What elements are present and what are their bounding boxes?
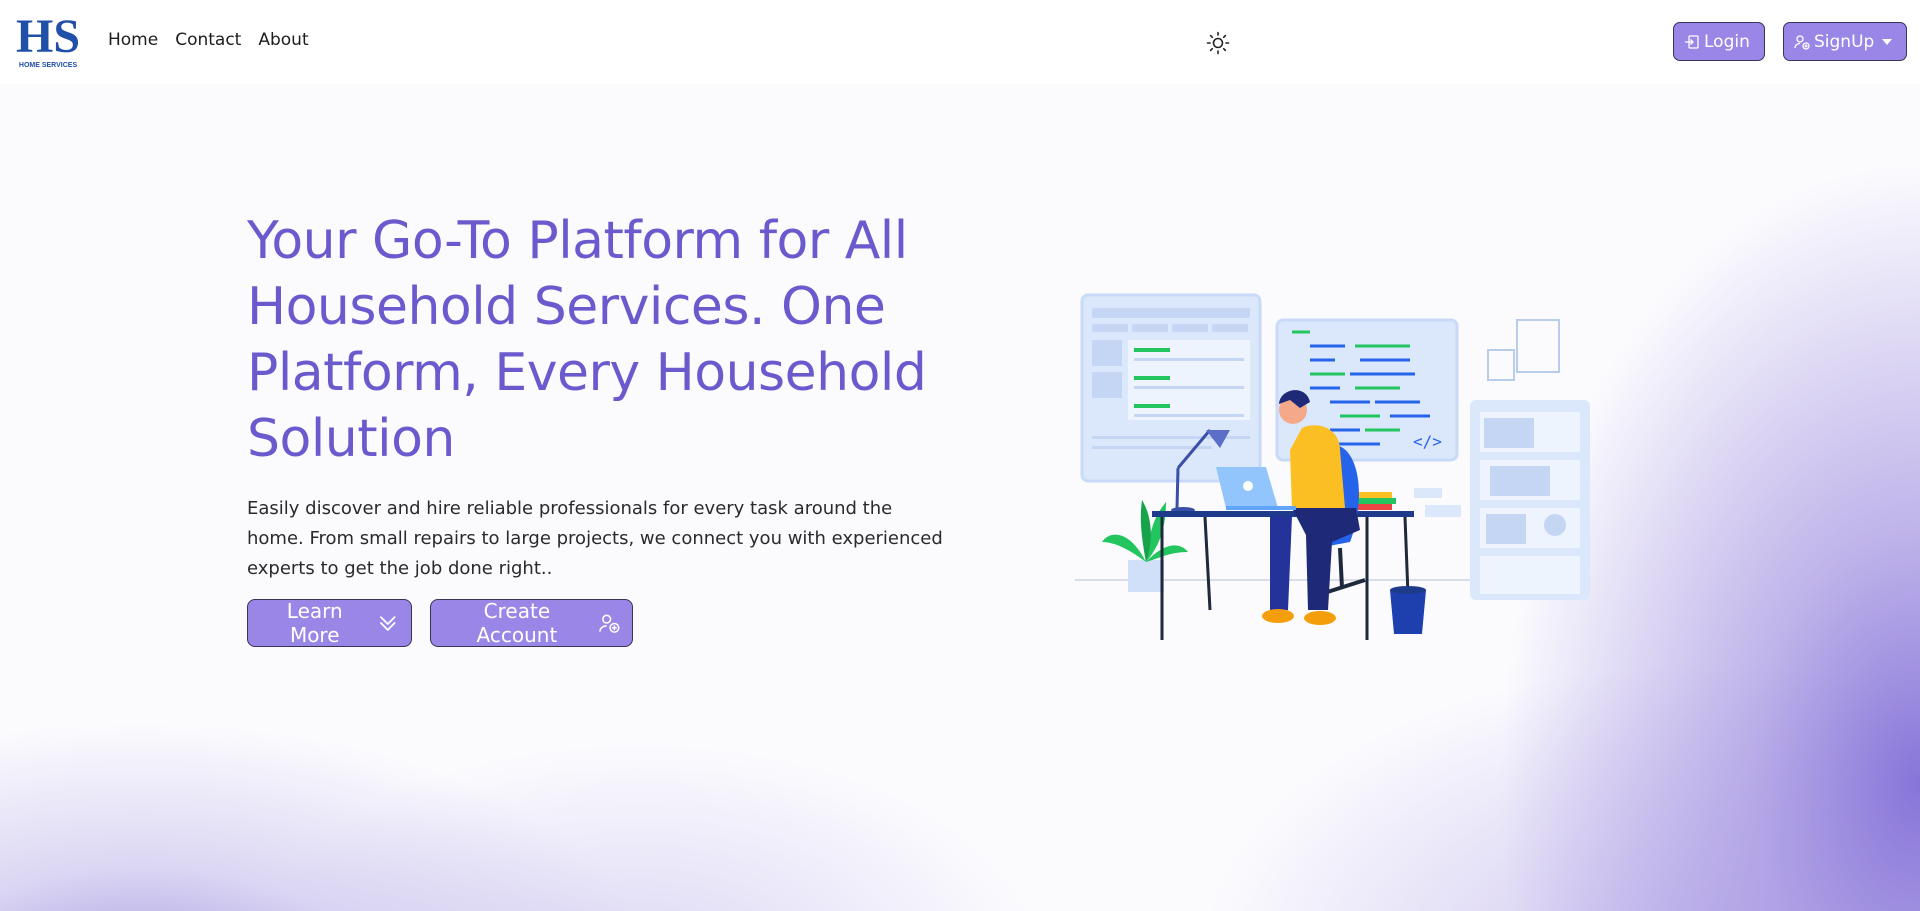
nav-link-about[interactable]: About: [258, 30, 308, 50]
signup-dropdown-button[interactable]: SignUp: [1783, 22, 1907, 61]
nav-link-contact[interactable]: Contact: [175, 30, 241, 50]
create-account-label: Create Account: [476, 599, 558, 647]
navbar: HS HOME SERVICES Home Contact About Logi…: [0, 0, 1920, 84]
add-user-icon: [1794, 34, 1810, 50]
add-user-icon: [599, 614, 620, 633]
chevron-down-icon: [1882, 38, 1893, 45]
login-label: Login: [1704, 31, 1750, 52]
hero-title: Your Go-To Platform for All Household Se…: [247, 211, 927, 469]
sun-icon[interactable]: [1206, 31, 1230, 55]
developer-workspace-illustration: </>: [1075, 293, 1590, 640]
nav-link-home[interactable]: Home: [108, 30, 158, 50]
login-button[interactable]: Login: [1673, 22, 1765, 61]
code-tag: </>: [1413, 432, 1442, 451]
learn-more-label: Learn More: [286, 599, 343, 647]
double-chevron-down-icon: [380, 616, 396, 631]
hero-description: Easily discover and hire reliable profes…: [247, 498, 943, 579]
logo-caption: HOME SERVICES: [19, 62, 78, 69]
login-icon: [1685, 34, 1699, 49]
brand-logo[interactable]: HS HOME SERVICES: [14, 12, 82, 70]
signup-label: SignUp: [1814, 31, 1875, 52]
learn-more-button[interactable]: Learn More: [247, 599, 412, 647]
create-account-button[interactable]: Create Account: [430, 599, 633, 647]
nav-links: Home Contact About: [108, 30, 309, 50]
logo-letters: HS: [16, 12, 80, 63]
